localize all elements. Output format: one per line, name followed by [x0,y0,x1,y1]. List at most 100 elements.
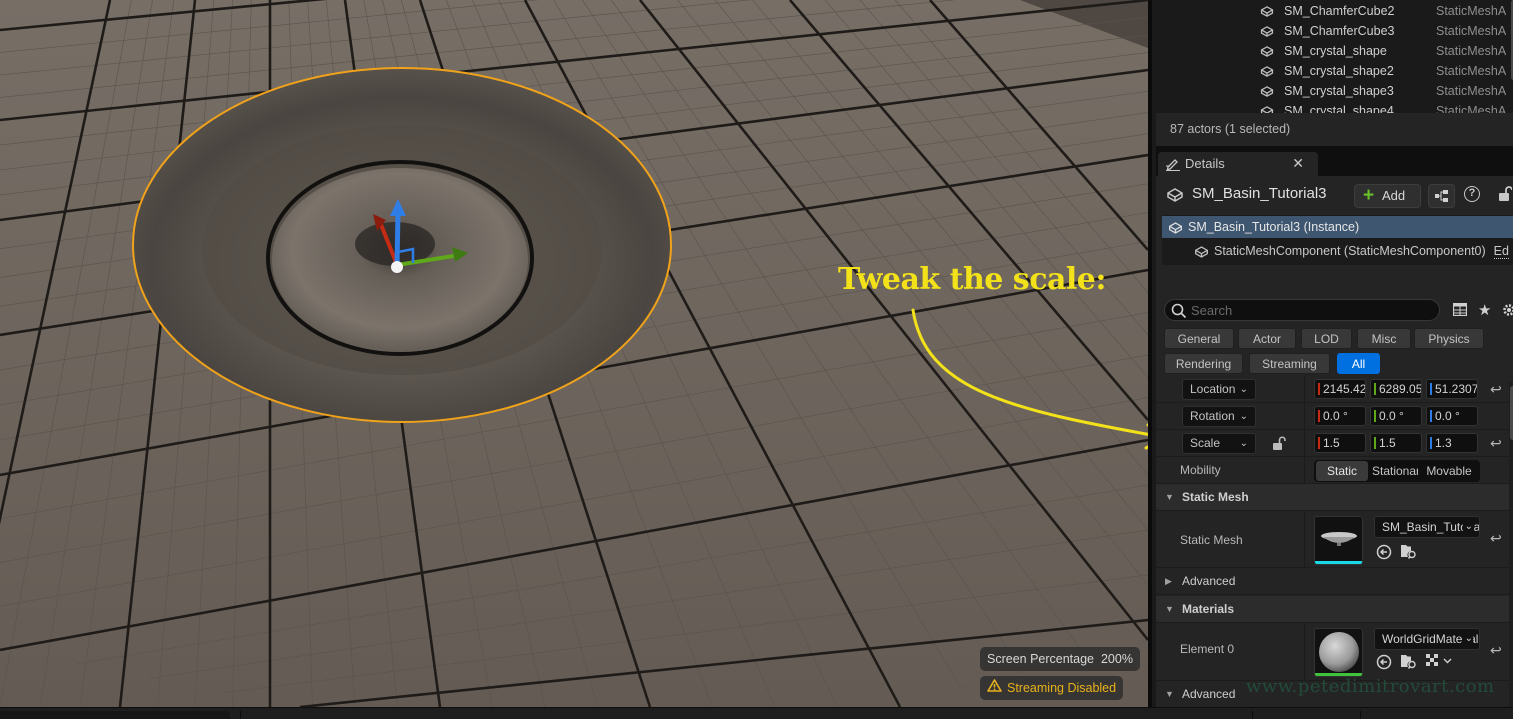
outliner-row[interactable]: SM_crystal_shape4 StaticMeshA [1156,101,1507,113]
scale-z-field[interactable]: 1.3 [1426,433,1478,453]
scale-dropdown[interactable]: Scale ⌄ [1182,433,1256,454]
material-thumbnail[interactable] [1314,628,1363,677]
details-tab-label: Details [1185,156,1225,171]
add-label: Add [1382,188,1406,203]
details-pencil-icon [1165,157,1181,174]
filter-misc[interactable]: Misc [1357,328,1411,349]
unlock-icon[interactable] [1498,186,1513,205]
bottom-bar-segment[interactable] [0,711,230,719]
rotation-y-field[interactable]: 0.0 ° [1370,406,1422,426]
component-root-row[interactable]: SM_Basin_Tutorial3 (Instance) [1162,216,1513,238]
add-component-button[interactable]: + Add [1354,184,1421,208]
mobility-stationary[interactable]: Stationary [1372,461,1418,481]
filter-streaming[interactable]: Streaming [1249,353,1330,374]
outliner-actor-type: StaticMeshA [1436,24,1507,38]
property-matrix-icon[interactable] [1452,302,1468,319]
browse-asset-icon[interactable] [1400,653,1418,673]
rotation-z-field[interactable]: 0.0 ° [1426,406,1478,426]
outliner-actor-type: StaticMeshA [1436,84,1507,98]
tab-details[interactable]: Details ✕ [1158,152,1318,176]
mesh-preview-icon [1321,532,1357,546]
search-input[interactable] [1191,301,1431,319]
location-x-field[interactable]: 2145.42 [1314,379,1366,399]
level-viewport[interactable]: Tweak the scale: Screen Percentage 200% … [0,0,1148,707]
static-mesh-advanced-header[interactable]: ▶ Advanced [1156,568,1509,595]
warning-icon [987,676,1002,700]
location-z-field[interactable]: 51.2307 [1426,379,1478,399]
component-tree: SM_Basin_Tutorial3 (Instance) StaticMesh… [1162,215,1513,265]
scale-lock-icon[interactable] [1272,436,1286,454]
outliner-actor-name: SM_crystal_shape4 [1284,104,1394,113]
search-box[interactable] [1164,299,1440,321]
outliner-actor-type: StaticMeshA [1436,64,1507,78]
reset-scale-icon[interactable]: ↩ [1490,435,1502,452]
rotation-x-field[interactable]: 0.0 ° [1314,406,1366,426]
reset-material-icon[interactable]: ↩ [1490,642,1502,659]
outliner-row[interactable]: SM_ChamferCube2 StaticMeshA [1156,1,1507,21]
outliner-row[interactable]: SM_crystal_shape3 StaticMeshA [1156,81,1507,101]
use-selected-asset-icon[interactable] [1376,544,1392,563]
reset-static-mesh-icon[interactable]: ↩ [1490,530,1502,547]
static-mesh-actor-icon [1260,44,1274,58]
material-asset-dropdown[interactable]: WorldGridMaterial ⌄ [1374,628,1480,650]
collapse-triangle-icon: ▼ [1165,689,1174,699]
static-mesh-label: Static Mesh [1180,533,1243,547]
bottom-status-bar [0,707,1513,719]
outliner-row[interactable]: SM_crystal_shape2 StaticMeshA [1156,61,1507,81]
filter-lod[interactable]: LOD [1301,328,1352,349]
chevron-down-icon: ⌄ [1239,384,1248,395]
settings-gear-icon[interactable] [1501,302,1513,321]
static-mesh-thumbnail[interactable] [1314,516,1363,565]
static-mesh-section-title: Static Mesh [1182,490,1249,504]
material-element-row: Element 0 WorldGridMaterial ⌄ ↩ [1156,624,1509,681]
expand-triangle-icon: ▶ [1165,576,1172,586]
outliner-actor-name: SM_crystal_shape [1284,44,1387,58]
location-row: Location ⌄ 2145.42 6289.05 51.2307 ↩ [1156,376,1509,403]
close-tab-icon[interactable]: ✕ [1292,155,1304,172]
browse-asset-icon[interactable] [1400,543,1418,563]
materials-section-title: Materials [1182,602,1235,616]
material-slot-checker-icon[interactable] [1426,654,1454,671]
edit-in-cpp-link[interactable]: Ed [1493,244,1509,259]
filter-all[interactable]: All [1337,353,1380,374]
outliner-row[interactable]: SM_crystal_shape StaticMeshA [1156,41,1507,61]
outliner-list: SM_ChamferCube2 StaticMeshA SM_ChamferCube… [1156,0,1513,113]
plus-icon: + [1363,185,1375,206]
outliner-row[interactable]: SM_ChamferCube3 StaticMeshA [1156,21,1507,41]
materials-section-header[interactable]: ▼ Materials [1156,596,1509,623]
scale-y-field[interactable]: 1.5 [1370,433,1422,453]
rotation-dropdown[interactable]: Rotation ⌄ [1182,406,1256,427]
mobility-movable[interactable]: Movable [1426,461,1472,481]
component-child-row[interactable]: StaticMeshComponent (StaticMeshComponent… [1162,240,1513,262]
details-scrollbar[interactable] [1509,382,1513,707]
use-selected-asset-icon[interactable] [1376,654,1392,673]
chevron-down-icon: ⌄ [1462,629,1473,649]
hierarchy-icon [1435,190,1448,202]
rotation-row: Rotation ⌄ 0.0 ° 0.0 ° 0.0 ° [1156,403,1509,430]
location-y-field[interactable]: 6289.05 [1370,379,1422,399]
streaming-status-indicator[interactable]: Streaming Disabled [980,676,1124,700]
chevron-down-icon: ⌄ [1239,411,1248,422]
streaming-status-text: Streaming Disabled [1007,681,1117,695]
mobility-static[interactable]: Static [1316,461,1368,481]
help-icon[interactable]: ? [1464,186,1480,202]
bottom-bar-divider [1360,711,1361,719]
details-search-row: ★ [1156,294,1513,324]
filter-rendering[interactable]: Rendering [1164,353,1243,374]
static-mesh-asset-dropdown[interactable]: SM_Basin_Tutorial3 ⌄ [1374,516,1480,538]
filter-general[interactable]: General [1164,328,1234,349]
component-root-label: SM_Basin_Tutorial3 (Instance) [1188,220,1360,234]
scale-x-field[interactable]: 1.5 [1314,433,1366,453]
static-mesh-actor-icon [1260,24,1274,38]
favorites-star-icon[interactable]: ★ [1478,301,1491,319]
actor-name[interactable]: SM_Basin_Tutorial3 [1192,185,1327,202]
location-dropdown[interactable]: Location ⌄ [1182,379,1256,400]
collapse-triangle-icon: ▼ [1165,492,1174,502]
rotation-label: Rotation [1190,409,1235,423]
reset-location-icon[interactable]: ↩ [1490,381,1502,398]
blueprint-hierarchy-button[interactable] [1428,184,1455,208]
filter-actor[interactable]: Actor [1238,328,1296,349]
filter-physics[interactable]: Physics [1414,328,1484,349]
basin-mesh[interactable] [132,67,672,423]
static-mesh-section-header[interactable]: ▼ Static Mesh [1156,484,1509,511]
